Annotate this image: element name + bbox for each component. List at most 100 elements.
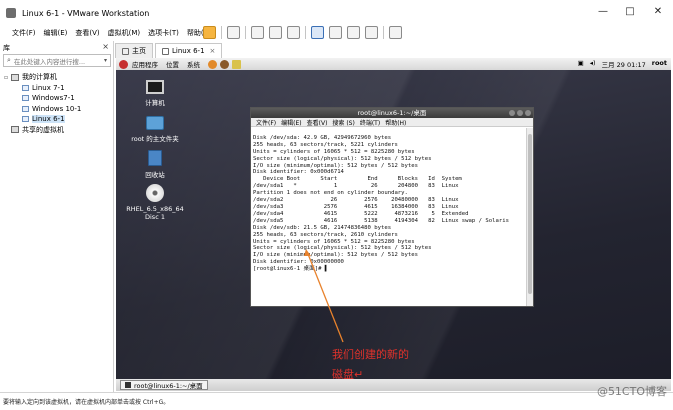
tree-item-vm[interactable]: Windows 10-1 xyxy=(4,104,81,115)
tree-item-vm[interactable]: Windows7-1 xyxy=(4,93,81,104)
terminal-icon xyxy=(125,382,131,388)
library-search-input[interactable]: ⌕ 在此处键入内容进行搜... ▾ xyxy=(3,54,111,67)
library-tree: ▫ 我的计算机 Linux 7-1 Windows7-1 Windows 10-… xyxy=(4,72,81,135)
terminal-line: Device Boot Start End Blocks Id System xyxy=(253,176,462,183)
tree-item-my-computer[interactable]: ▫ 我的计算机 xyxy=(4,72,81,83)
tab-close-icon[interactable]: × xyxy=(210,47,216,55)
pause-icon[interactable] xyxy=(203,25,216,39)
volume-icon[interactable]: ◂) xyxy=(590,59,596,69)
tree-item-vm[interactable]: Linux 7-1 xyxy=(4,83,81,94)
tab-linux-6-1[interactable]: Linux 6-1 × xyxy=(155,43,223,58)
terminal-line: I/O size (minimum/optimal): 512 bytes / … xyxy=(253,252,419,259)
computer-icon xyxy=(11,73,19,81)
annotation-line-1: 我们创建的新的 xyxy=(332,348,409,361)
computer-icon xyxy=(146,80,164,94)
guest-user[interactable]: root xyxy=(652,59,667,69)
tab-linux-label: Linux 6-1 xyxy=(172,47,205,55)
watermark: @51CTO博客 xyxy=(596,385,667,398)
redhat-logo-icon xyxy=(119,59,128,69)
snapshot-icon[interactable] xyxy=(251,25,264,39)
terminal-prompt[interactable]: [root@linux6-1 桌面]# ▌ xyxy=(253,266,526,273)
terminal-line: Disk identifier: 0x000d6714 xyxy=(253,169,344,176)
terminal-menu-search[interactable]: 搜索 (S) xyxy=(332,118,354,127)
terminal-scroll-thumb[interactable] xyxy=(528,134,532,294)
maximize-button[interactable]: □ xyxy=(620,6,640,17)
terminal-menu-view[interactable]: 查看(V) xyxy=(307,118,328,127)
collapse-icon[interactable]: ▫ xyxy=(4,74,11,81)
terminal-minimize-icon[interactable] xyxy=(509,110,515,116)
vm-icon xyxy=(22,95,29,102)
terminal-line: Disk /dev/sdb: 21.5 GB, 21474836480 byte… xyxy=(253,224,392,231)
status-text: 要将输入定向到该虚拟机，请在虚拟机内部单击或按 Ctrl+G。 xyxy=(3,399,170,406)
terminal-scrollbar[interactable] xyxy=(526,128,533,306)
revert-snapshot-icon[interactable] xyxy=(269,25,282,39)
thumbnail-bar-icon[interactable] xyxy=(329,25,342,39)
minimize-button[interactable]: — xyxy=(593,6,613,17)
guest-taskbar-item[interactable]: root@linux6-1:~/桌面 xyxy=(120,380,208,390)
terminal-titlebar[interactable]: root@linux6-1:~/桌面 xyxy=(251,108,533,118)
annotation-text: 我们创建的新的 磁盘↵ xyxy=(332,345,409,385)
search-placeholder: 在此处键入内容进行搜... xyxy=(13,57,86,66)
guest-menu-places[interactable]: 位置 xyxy=(166,59,179,69)
desktop-icon-computer[interactable]: 计算机 xyxy=(125,80,185,107)
terminal-menu-help[interactable]: 帮助(H) xyxy=(385,118,406,127)
menu-tabs[interactable]: 选项卡(T) xyxy=(148,28,179,38)
menu-edit[interactable]: 编辑(E) xyxy=(44,28,68,38)
desktop-icon-home[interactable]: root 的主文件夹 xyxy=(125,116,185,143)
title-bar: Linux 6-1 - VMware Workstation — □ ✕ xyxy=(0,0,673,26)
terminal-title: root@linux6-1:~/桌面 xyxy=(357,109,427,117)
terminal-close-icon[interactable] xyxy=(525,110,531,116)
vm-running-icon xyxy=(22,116,29,123)
terminal-line: 255 heads, 63 sectors/track, 5221 cylind… xyxy=(253,141,398,148)
snapshot-manager-icon[interactable] xyxy=(287,25,300,39)
terminal-menu-edit[interactable]: 编辑(E) xyxy=(281,118,301,127)
terminal-line: /dev/sda2 26 2576 20480000 83 Linux xyxy=(253,197,459,204)
vm-icon xyxy=(22,84,29,91)
toolbar-separator xyxy=(221,25,222,39)
show-library-icon[interactable] xyxy=(311,25,324,39)
notes-icon[interactable] xyxy=(232,59,241,69)
status-bar: 要将输入定向到该虚拟机，请在虚拟机内部单击或按 Ctrl+G。 xyxy=(0,392,673,410)
library-close-icon[interactable]: × xyxy=(102,42,109,51)
desktop-icon-disc[interactable]: RHEL_6.5_x86_64 Disc 1 xyxy=(125,184,185,221)
tree-item-shared-vms[interactable]: 共享的虚拟机 xyxy=(4,125,81,136)
shared-vm-icon xyxy=(11,126,19,134)
email-icon[interactable] xyxy=(220,59,229,69)
annotation-line-2: 磁盘↵ xyxy=(332,368,364,381)
terminal-window[interactable]: root@linux6-1:~/桌面 文件(F) 编辑(E) 查看(V) 搜索 … xyxy=(250,107,534,307)
menu-file[interactable]: 文件(F) xyxy=(12,28,36,38)
guest-clock[interactable]: 三月 29 01:17 xyxy=(602,59,646,69)
home-folder-icon xyxy=(146,116,164,130)
toolbar-separator xyxy=(305,25,306,39)
send-ctrl-alt-del-icon[interactable] xyxy=(227,25,240,39)
terminal-menu-bar: 文件(F) 编辑(E) 查看(V) 搜索 (S) 终端(T) 帮助(H) xyxy=(251,118,533,127)
disc-icon xyxy=(146,184,164,202)
dropdown-icon[interactable]: ▾ xyxy=(104,57,107,64)
terminal-line: /dev/sda1 * 1 26 204800 83 Linux xyxy=(253,183,459,190)
toolbar xyxy=(203,24,402,40)
terminal-line: 255 heads, 63 sectors/track, 2610 cylind… xyxy=(253,231,398,238)
unity-icon[interactable] xyxy=(389,25,402,39)
close-button[interactable]: ✕ xyxy=(648,6,668,17)
terminal-maximize-icon[interactable] xyxy=(517,110,523,116)
terminal-line: Units = cylinders of 16065 * 512 = 82252… xyxy=(253,148,415,155)
guest-top-panel: 应用程序 位置 系统 ▣ ◂) 三月 29 01:17 root xyxy=(116,58,671,70)
network-icon[interactable]: ▣ xyxy=(578,59,584,69)
tree-item-vm-selected[interactable]: Linux 6-1 xyxy=(4,114,81,125)
firefox-icon[interactable] xyxy=(208,59,217,69)
terminal-line: Units = cylinders of 16065 * 512 = 82252… xyxy=(253,238,415,245)
fullscreen-icon[interactable] xyxy=(365,25,378,39)
menu-vm[interactable]: 虚拟机(M) xyxy=(108,28,141,38)
menu-view[interactable]: 查看(V) xyxy=(75,28,99,38)
terminal-output[interactable]: Disk /dev/sda: 42.9 GB, 42949672960 byte… xyxy=(252,128,526,306)
guest-menu-applications[interactable]: 应用程序 xyxy=(132,59,158,69)
home-icon xyxy=(122,47,129,55)
terminal-menu-file[interactable]: 文件(F) xyxy=(256,118,276,127)
toolbar-separator xyxy=(383,25,384,39)
desktop-icon-trash[interactable]: 回收站 xyxy=(125,150,185,179)
guest-menu-system[interactable]: 系统 xyxy=(187,59,200,69)
tab-home[interactable]: 主页 xyxy=(115,43,153,58)
console-view-icon[interactable] xyxy=(347,25,360,39)
search-icon: ⌕ xyxy=(7,56,11,64)
terminal-menu-terminal[interactable]: 终端(T) xyxy=(360,118,380,127)
